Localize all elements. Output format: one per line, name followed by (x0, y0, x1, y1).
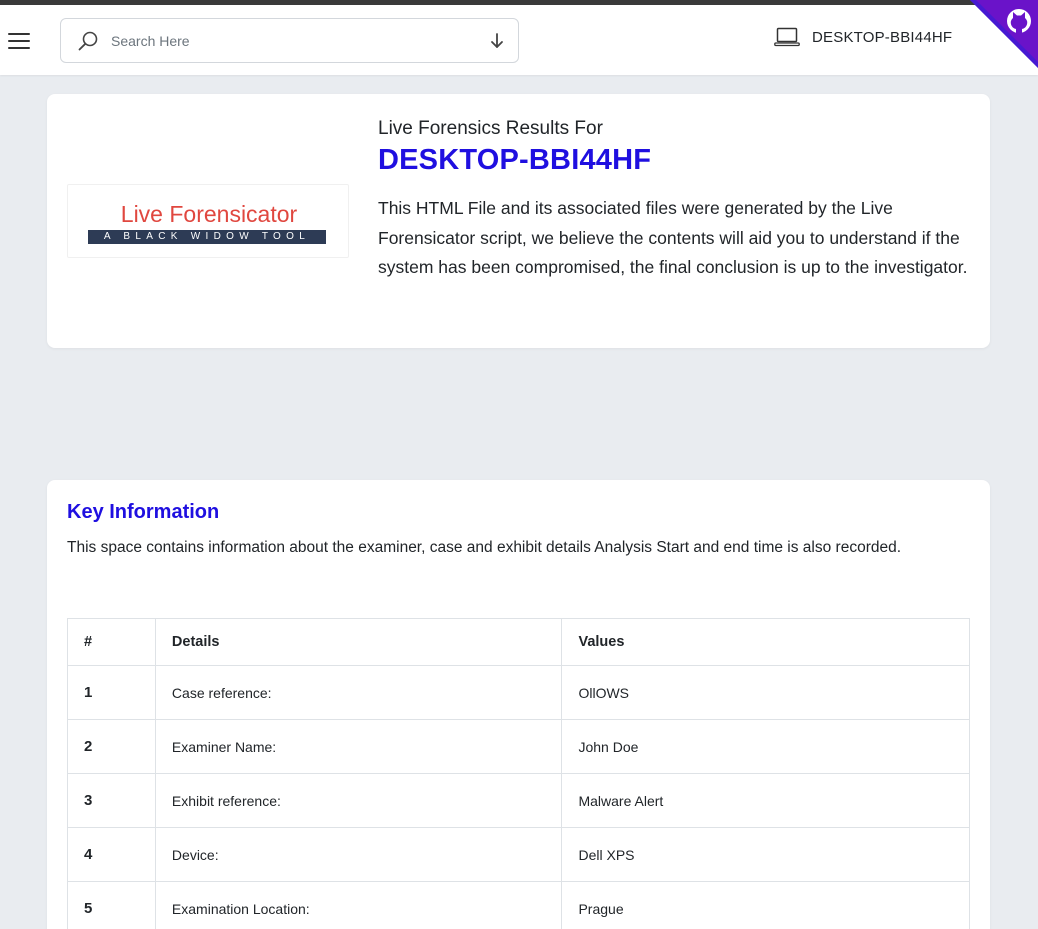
row-value: Malware Alert (561, 773, 970, 828)
top-header: DESKTOP-BBI44HF (0, 5, 1038, 75)
live-forensicator-logo: Live Forensicator A BLACK WIDOW TOOL (67, 184, 349, 258)
column-header-values: Values (561, 618, 970, 666)
github-octocat-icon (1007, 9, 1031, 33)
row-detail: Case reference: (154, 665, 563, 720)
row-number: 5 (67, 881, 156, 929)
column-header-details: Details (154, 618, 563, 666)
table-row: 3 Exhibit reference: Malware Alert (67, 773, 970, 828)
row-number: 1 (67, 665, 156, 720)
column-header-number: # (67, 618, 156, 666)
table-row: 1 Case reference: OllOWS (67, 665, 970, 720)
hamburger-menu-icon[interactable] (8, 33, 30, 49)
row-detail: Examination Location: (154, 881, 563, 929)
arrow-down-icon[interactable] (488, 30, 506, 52)
row-value: Dell XPS (561, 827, 970, 882)
key-information-description: This space contains information about th… (67, 539, 902, 556)
table-row: 5 Examination Location: Prague (67, 881, 970, 929)
hero-subtitle: Live Forensics Results For (378, 118, 603, 139)
key-information-table: # Details Values 1 Case reference: OllOW… (67, 618, 970, 929)
laptop-icon (774, 27, 800, 47)
row-value: Prague (561, 881, 970, 929)
row-detail: Exhibit reference: (154, 773, 563, 828)
key-information-title: Key Information (67, 501, 220, 523)
row-number: 4 (67, 827, 156, 882)
table-row: 2 Examiner Name: John Doe (67, 719, 970, 774)
search-icon (78, 31, 98, 51)
logo-title: Live Forensicator (120, 201, 298, 227)
github-corner-link[interactable] (970, 0, 1038, 68)
device-indicator: DESKTOP-BBI44HF (774, 21, 952, 53)
table-row: 4 Device: Dell XPS (67, 827, 970, 882)
search-input[interactable] (111, 28, 471, 54)
row-number: 3 (67, 773, 156, 828)
key-information-card: Key Information This space contains info… (47, 480, 990, 929)
logo-tagline: A BLACK WIDOW TOOL (88, 230, 326, 244)
row-detail: Examiner Name: (154, 719, 563, 774)
hero-hostname: DESKTOP-BBI44HF (378, 144, 652, 176)
device-name: DESKTOP-BBI44HF (812, 28, 953, 46)
row-value: OllOWS (561, 665, 970, 720)
hero-description: This HTML File and its associated files … (378, 198, 968, 277)
table-header-row: # Details Values (67, 618, 970, 666)
row-detail: Device: (154, 827, 563, 882)
row-number: 2 (67, 719, 156, 774)
row-value: John Doe (561, 719, 970, 774)
search-box[interactable] (60, 18, 519, 63)
hero-card: Live Forensicator A BLACK WIDOW TOOL Liv… (47, 94, 990, 348)
